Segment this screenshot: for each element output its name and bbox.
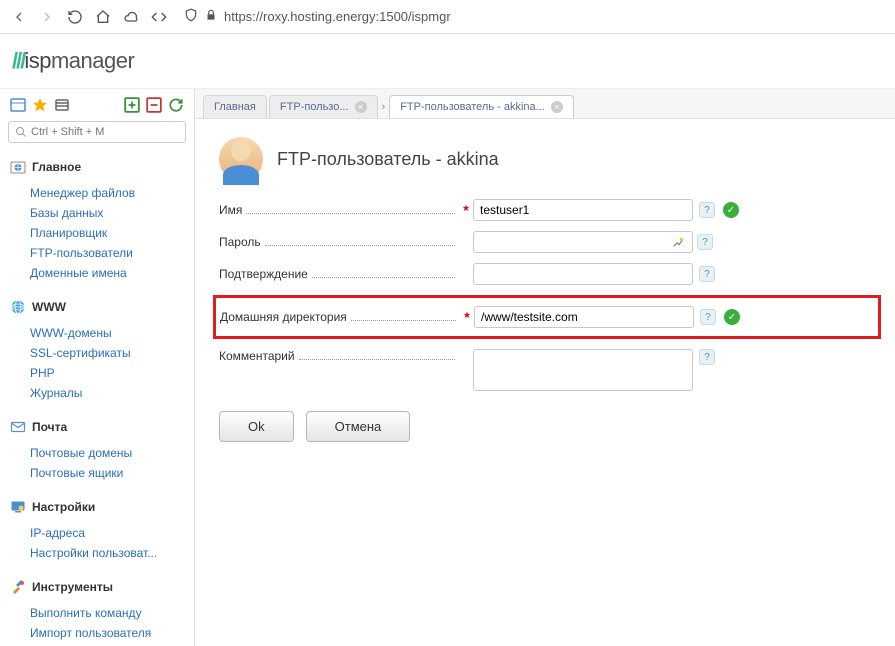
sidebar-header-tools[interactable]: Инструменты: [0, 573, 194, 601]
sidebar-item-ftp-users[interactable]: FTP-пользователи: [0, 243, 194, 263]
url-text: https://roxy.hosting.energy:1500/ispmgr: [224, 9, 451, 24]
sidebar-header-www[interactable]: WWW: [0, 293, 194, 321]
address-bar[interactable]: https://roxy.hosting.energy:1500/ispmgr: [178, 6, 885, 27]
label-confirm: Подтверждение: [219, 267, 308, 281]
tools-icon: [10, 579, 26, 595]
confirm-field[interactable]: [473, 263, 693, 285]
sidebar-item-user-settings[interactable]: Настройки пользоват...: [0, 543, 194, 563]
reload-icon[interactable]: [66, 8, 84, 26]
browser-toolbar: https://roxy.hosting.energy:1500/ispmgr: [0, 0, 895, 34]
sidebar-search[interactable]: [8, 121, 186, 143]
reload-sidebar-icon[interactable]: [168, 97, 184, 113]
code-icon[interactable]: [150, 8, 168, 26]
home-dir-field[interactable]: [474, 306, 694, 328]
label-home: Домашняя директория: [220, 310, 347, 324]
forward-icon[interactable]: [38, 8, 56, 26]
label-password: Пароль: [219, 235, 261, 249]
validation-ok-icon: ✓: [724, 309, 740, 325]
sidebar-item-mail-domains[interactable]: Почтовые домены: [0, 443, 194, 463]
validation-ok-icon: ✓: [723, 202, 739, 218]
sidebar-item-ip[interactable]: IP-адреса: [0, 523, 194, 543]
help-icon[interactable]: ?: [700, 309, 716, 325]
sidebar-item-logs[interactable]: Журналы: [0, 383, 194, 403]
ftp-user-form: Имя * ? ✓ Пароль * ? Подтверждение *: [219, 199, 871, 442]
label-name: Имя: [219, 203, 242, 217]
sidebar-item-databases[interactable]: Базы данных: [0, 203, 194, 223]
search-input[interactable]: [31, 126, 179, 138]
cancel-button[interactable]: Отмена: [306, 411, 411, 442]
star-icon[interactable]: [32, 97, 48, 113]
sidebar-item-www-domains[interactable]: WWW-домены: [0, 323, 194, 343]
sidebar: Главное Менеджер файлов Базы данных План…: [0, 89, 195, 646]
breadcrumb-separator-icon: ›: [380, 101, 388, 113]
back-icon[interactable]: [10, 8, 28, 26]
lock-icon: [204, 8, 218, 25]
main-panel: Главная FTP-пользо... × › FTP-пользовате…: [195, 89, 895, 646]
sidebar-item-scheduler[interactable]: Планировщик: [0, 223, 194, 243]
shield-icon: [184, 8, 198, 25]
help-icon[interactable]: ?: [699, 266, 715, 282]
sidebar-item-run-command[interactable]: Выполнить команду: [0, 603, 194, 623]
name-field[interactable]: [473, 199, 693, 221]
label-comment: Комментарий: [219, 349, 295, 363]
page-header: FTP-пользователь - akkina: [219, 137, 871, 181]
list-icon[interactable]: [54, 97, 70, 113]
tab-home[interactable]: Главная: [203, 95, 267, 118]
search-icon: [15, 126, 27, 138]
help-icon[interactable]: ?: [699, 349, 715, 365]
globe-icon: [10, 299, 26, 315]
globe-box-icon: [10, 159, 26, 175]
required-mark: *: [459, 202, 473, 218]
logo: ///ispmanager: [12, 48, 134, 73]
tab-ftp-user-edit[interactable]: FTP-пользователь - akkina... ×: [389, 95, 574, 118]
form-actions: Ok Отмена: [219, 411, 871, 442]
tab-bar: Главная FTP-пользо... × › FTP-пользовате…: [195, 89, 895, 119]
home-icon[interactable]: [94, 8, 112, 26]
expand-all-icon[interactable]: [124, 97, 140, 113]
settings-monitor-icon: [10, 499, 26, 515]
ok-button[interactable]: Ok: [219, 411, 294, 442]
password-field[interactable]: [473, 231, 693, 253]
collapse-all-icon[interactable]: [146, 97, 162, 113]
home-dir-row: Домашняя директория * ? ✓: [213, 295, 881, 339]
sidebar-header-mail[interactable]: Почта: [0, 413, 194, 441]
sidebar-item-import-user[interactable]: Импорт пользователя: [0, 623, 194, 643]
sidebar-item-php[interactable]: PHP: [0, 363, 194, 383]
user-avatar-icon: [219, 137, 263, 181]
sidebar-item-filemanager[interactable]: Менеджер файлов: [0, 183, 194, 203]
password-generate-icon[interactable]: [671, 235, 685, 249]
mail-icon: [10, 419, 26, 435]
cloud-icon[interactable]: [122, 8, 140, 26]
logo-bar: ///ispmanager: [0, 34, 895, 89]
content-area: FTP-пользователь - akkina Имя * ? ✓ Паро…: [195, 119, 895, 646]
panel-icon[interactable]: [10, 97, 26, 113]
comment-field[interactable]: [473, 349, 693, 391]
close-icon[interactable]: ×: [551, 101, 563, 113]
close-icon[interactable]: ×: [355, 101, 367, 113]
page-title: FTP-пользователь - akkina: [277, 149, 499, 170]
required-mark: *: [460, 309, 474, 325]
sidebar-item-domains[interactable]: Доменные имена: [0, 263, 194, 283]
sidebar-header-settings[interactable]: Настройки: [0, 493, 194, 521]
sidebar-item-mailboxes[interactable]: Почтовые ящики: [0, 463, 194, 483]
sidebar-header-main[interactable]: Главное: [0, 153, 194, 181]
tab-ftp-users[interactable]: FTP-пользо... ×: [269, 95, 378, 118]
help-icon[interactable]: ?: [697, 234, 713, 250]
sidebar-item-ssl-certs[interactable]: SSL-сертификаты: [0, 343, 194, 363]
help-icon[interactable]: ?: [699, 202, 715, 218]
sidebar-toolbar: [0, 95, 194, 121]
